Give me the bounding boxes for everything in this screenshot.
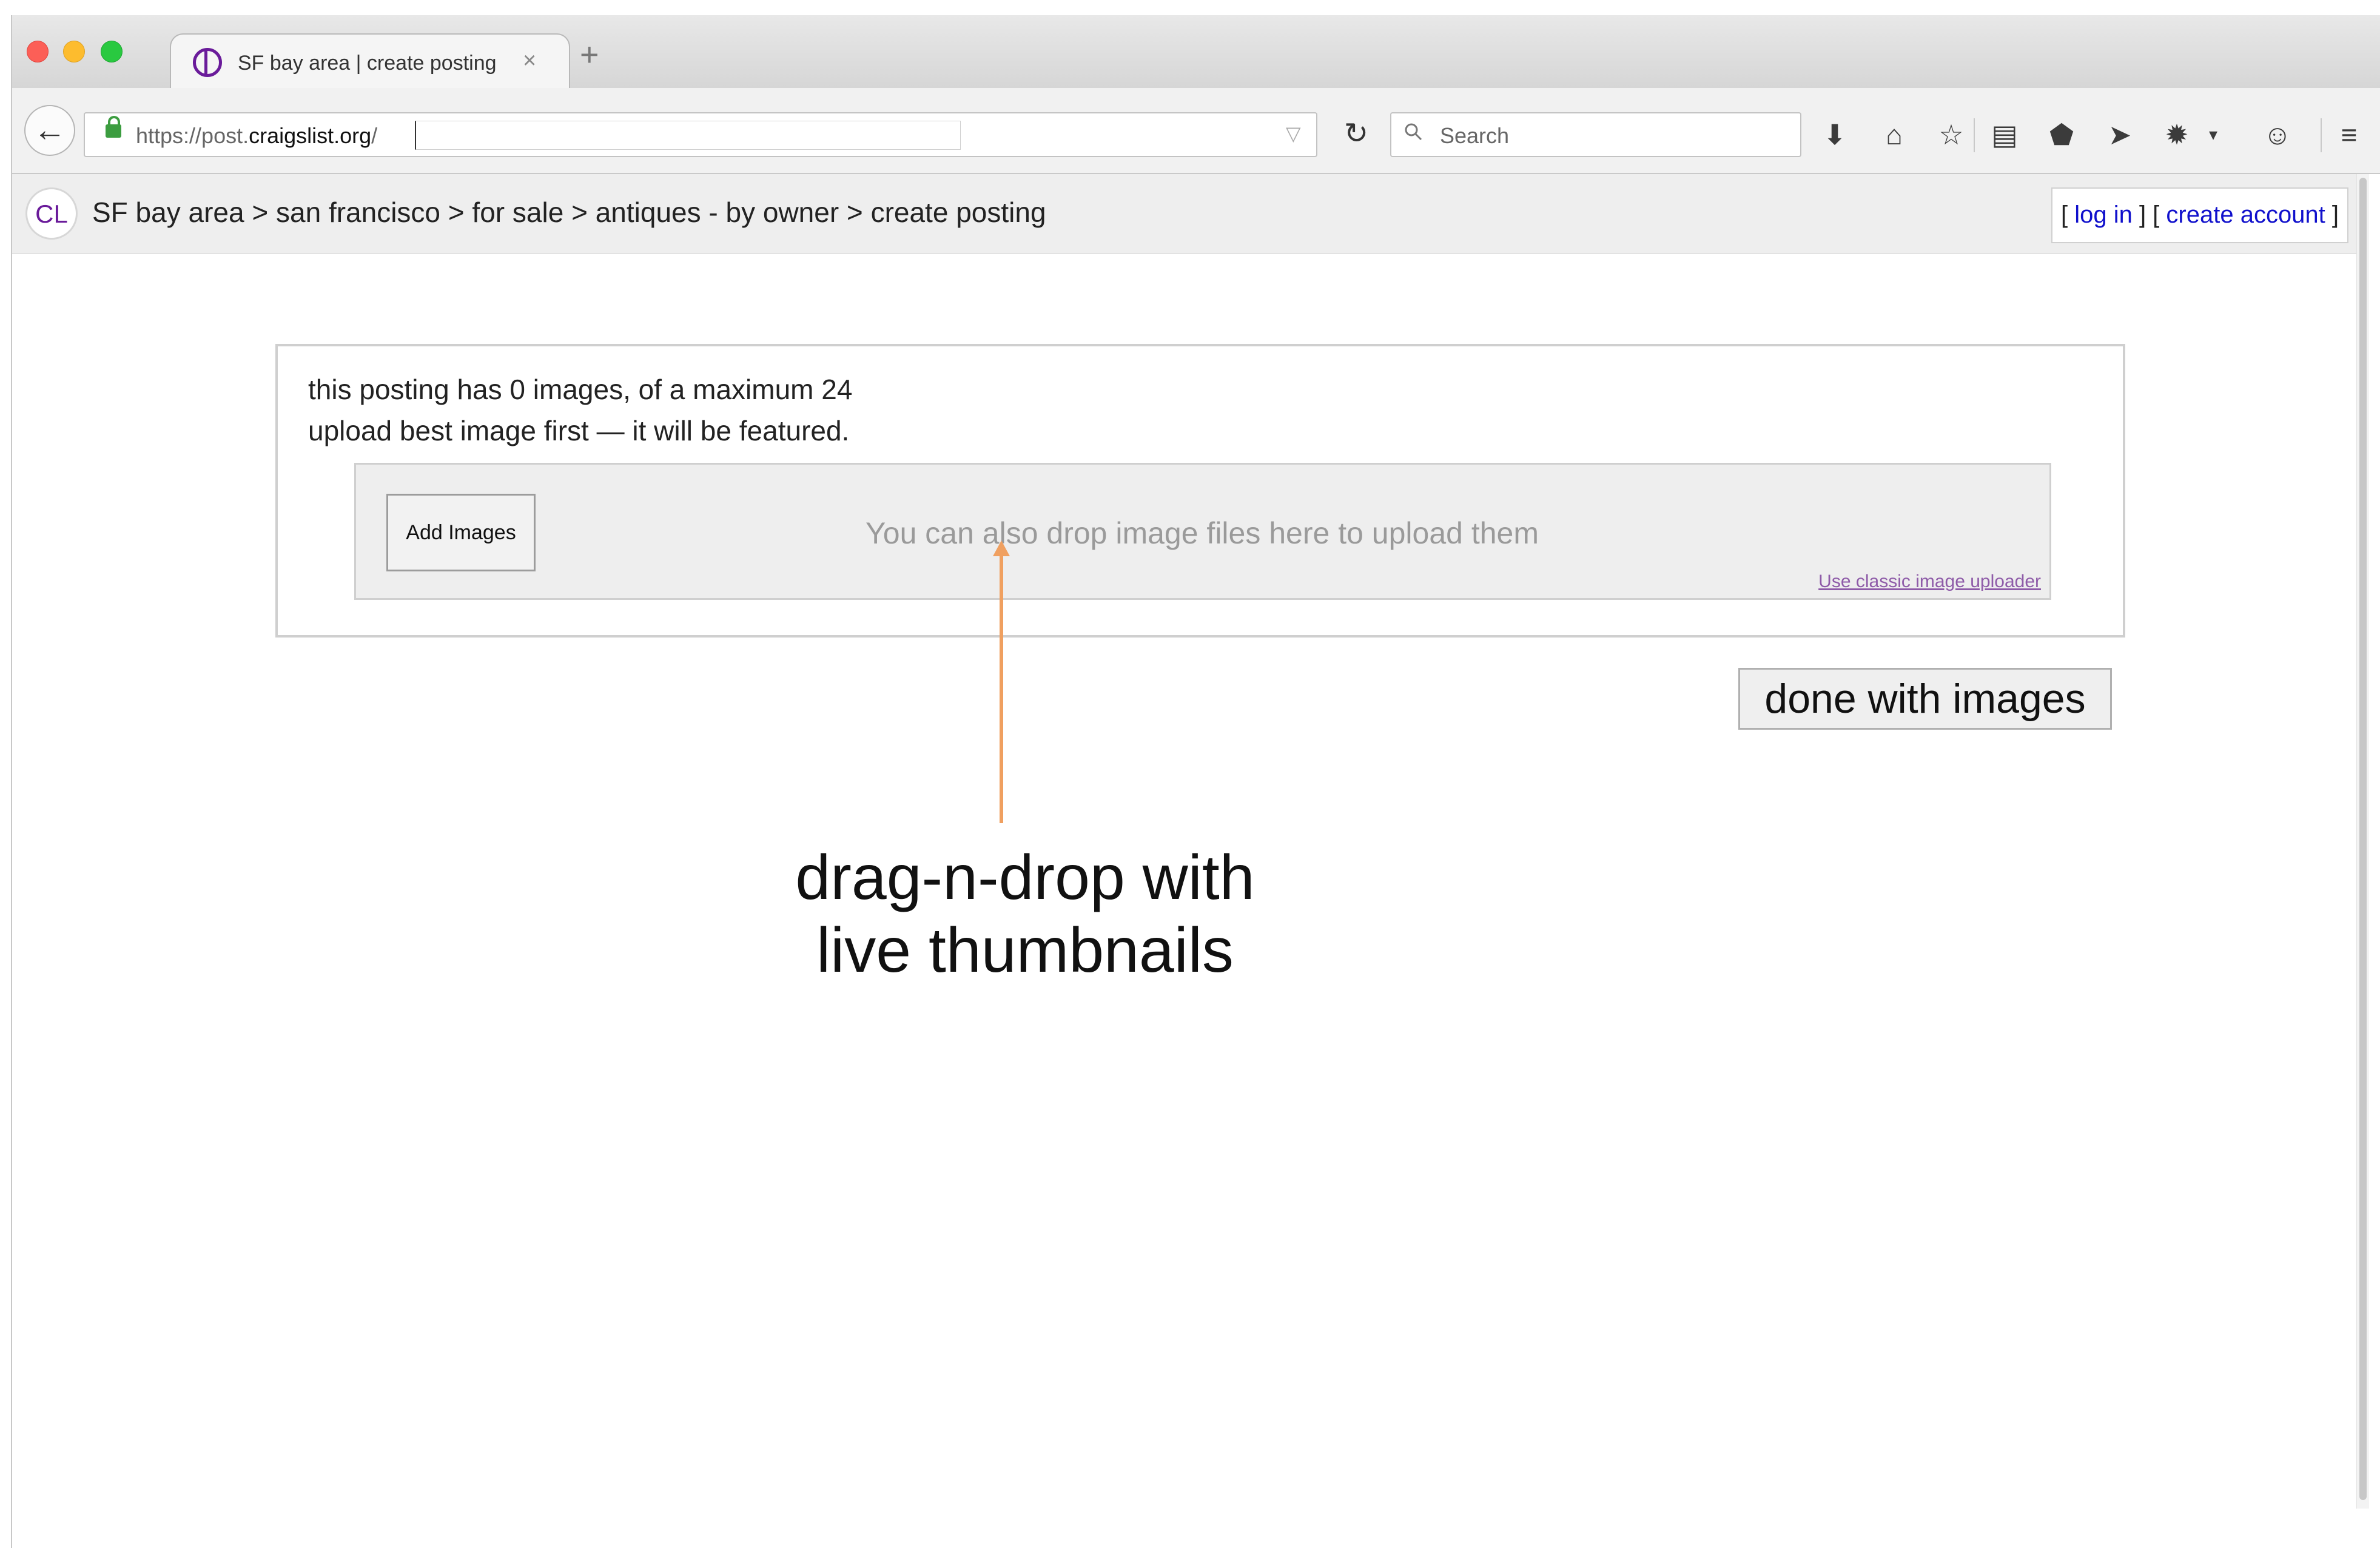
new-tab-button[interactable]: + <box>580 38 599 71</box>
peace-sign-icon <box>193 48 222 77</box>
tab-bar: SF bay area | create posting × + <box>12 15 2380 89</box>
download-icon[interactable]: ⬇ <box>1817 117 1852 152</box>
annotation-arrow <box>1000 550 1003 823</box>
breadcrumb: SF bay area > san francisco > for sale >… <box>92 197 1046 228</box>
drop-hint: You can also drop image files here to up… <box>866 516 1539 550</box>
classic-uploader-link[interactable]: Use classic image uploader <box>1818 571 2041 592</box>
url-text: https://post.craigslist.org/ <box>136 123 378 148</box>
minimize-window-button[interactable] <box>63 41 85 62</box>
url-history-dropdown-icon[interactable]: ▽ <box>1286 122 1301 145</box>
annotation-line-2: live thumbnails <box>816 915 1234 986</box>
home-icon[interactable]: ⌂ <box>1877 117 1912 152</box>
extension-icon[interactable]: ✹ <box>2159 117 2194 152</box>
chat-icon[interactable]: ☺ <box>2260 117 2295 152</box>
search-placeholder: Search <box>1440 123 1510 148</box>
search-icon <box>1405 123 1422 141</box>
annotation-line-1: drag-n-drop with <box>795 843 1255 913</box>
toolbar-separator <box>2321 118 2322 152</box>
url-text-selection <box>415 121 961 150</box>
tab-title: SF bay area | create posting <box>238 52 497 75</box>
bookmark-star-icon[interactable]: ☆ <box>1934 117 1969 152</box>
create-account-link[interactable]: create account <box>2166 201 2325 228</box>
close-window-button[interactable] <box>27 41 49 62</box>
image-dropzone[interactable]: Add Images You can also drop image files… <box>354 463 2051 600</box>
zoom-window-button[interactable] <box>101 41 123 62</box>
search-input[interactable]: Search <box>1390 112 1801 157</box>
browser-window: SF bay area | create posting × + ← https… <box>11 15 2380 1548</box>
lock-icon <box>106 116 121 138</box>
craigslist-header: CL SF bay area > san francisco > for sal… <box>12 174 2369 254</box>
reading-list-icon[interactable]: ▤ <box>1987 117 2022 152</box>
page-content: CL SF bay area > san francisco > for sal… <box>12 174 2369 1548</box>
vertical-scrollbar[interactable] <box>2356 174 2369 1509</box>
image-count-text: this posting has 0 images, of a maximum … <box>308 374 853 405</box>
navigation-toolbar: ← https://post.craigslist.org/ ▽ ↻ Searc… <box>12 88 2380 174</box>
upload-tip-text: upload best image first — it will be fea… <box>308 415 850 446</box>
address-bar[interactable]: https://post.craigslist.org/ ▽ <box>84 112 1317 157</box>
pocket-icon[interactable]: ⬟ <box>2044 117 2079 152</box>
send-icon[interactable]: ➤ <box>2102 117 2137 152</box>
tab-close-icon[interactable]: × <box>523 48 536 74</box>
tab-active[interactable]: SF bay area | create posting × <box>170 33 570 89</box>
login-link[interactable]: log in <box>2074 201 2133 228</box>
image-upload-panel: this posting has 0 images, of a maximum … <box>275 344 2125 638</box>
back-button[interactable]: ← <box>24 105 75 156</box>
craigslist-logo[interactable]: CL <box>25 187 78 240</box>
done-with-images-button[interactable]: done with images <box>1738 668 2112 730</box>
toolbar-separator <box>1974 118 1975 152</box>
reload-icon[interactable]: ↻ <box>1330 112 1383 157</box>
annotation-callout: drag-n-drop with live thumbnails <box>691 841 1359 987</box>
add-images-button[interactable]: Add Images <box>386 494 536 571</box>
dropdown-icon[interactable]: ▾ <box>2196 117 2231 152</box>
account-links: [ log in ] [ create account ] <box>2051 187 2348 243</box>
menu-icon[interactable]: ≡ <box>2331 117 2367 152</box>
scrollbar-thumb[interactable] <box>2359 178 2367 1500</box>
